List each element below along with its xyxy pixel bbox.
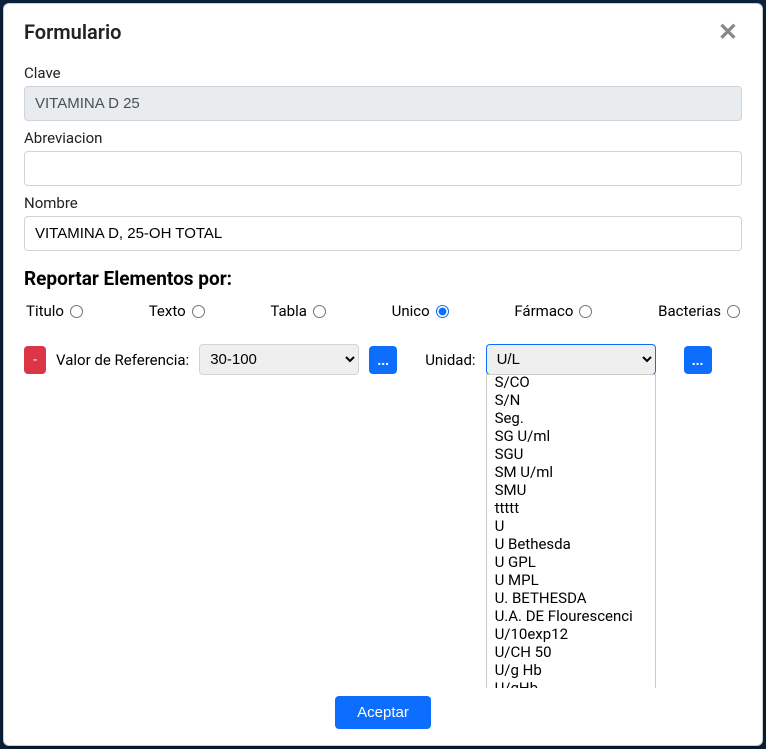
ref-ellipsis-button[interactable]: ... <box>369 346 397 374</box>
modal-dialog: Formulario ✕ Clave Abreviacion Nombre Re… <box>3 3 763 746</box>
radio-titulo-input[interactable] <box>70 305 83 318</box>
nombre-label: Nombre <box>24 194 742 212</box>
abreviacion-input[interactable] <box>24 151 742 186</box>
field-nombre: Nombre <box>24 194 742 251</box>
radio-bacterias-input[interactable] <box>727 305 740 318</box>
clave-input <box>24 86 742 121</box>
radio-titulo[interactable]: Titulo <box>26 302 83 320</box>
radio-tabla[interactable]: Tabla <box>270 302 326 320</box>
modal-footer: Aceptar <box>4 688 762 745</box>
remove-ref-button[interactable]: - <box>24 346 46 374</box>
unidad-option[interactable]: U/10exp12 <box>487 625 655 643</box>
field-clave: Clave <box>24 64 742 121</box>
modal-body: Clave Abreviacion Nombre Reportar Elemen… <box>4 56 762 688</box>
clave-label: Clave <box>24 64 742 82</box>
unidad-option[interactable]: SGU <box>487 445 655 463</box>
unidad-ellipsis-button[interactable]: ... <box>684 346 712 374</box>
nombre-input[interactable] <box>24 216 742 251</box>
field-abreviacion: Abreviacion <box>24 129 742 186</box>
unidad-option[interactable]: SG U/ml <box>487 427 655 445</box>
radio-texto-input[interactable] <box>192 305 205 318</box>
close-icon[interactable]: ✕ <box>714 20 742 44</box>
unidad-option[interactable]: SMU <box>487 481 655 499</box>
radio-bacterias[interactable]: Bacterias <box>658 302 740 320</box>
radio-row: Titulo Texto Tabla Unico Fármaco Bacteri… <box>24 302 742 320</box>
radio-tabla-label: Tabla <box>270 302 307 320</box>
abreviacion-label: Abreviacion <box>24 129 742 147</box>
radio-texto-label: Texto <box>149 302 186 320</box>
unidad-option[interactable]: U MPL <box>487 571 655 589</box>
unidad-option[interactable]: U.A. DE Flourescenci <box>487 607 655 625</box>
unidad-option[interactable]: Seg. <box>487 409 655 427</box>
section-heading: Reportar Elementos por: <box>24 267 742 290</box>
unidad-option[interactable]: U <box>487 517 655 535</box>
radio-texto[interactable]: Texto <box>149 302 205 320</box>
unidad-option[interactable]: U. BETHESDA <box>487 589 655 607</box>
ref-select[interactable]: 30-100 <box>199 344 359 375</box>
radio-titulo-label: Titulo <box>26 302 64 320</box>
unidad-option[interactable]: SM U/ml <box>487 463 655 481</box>
radio-unico[interactable]: Unico <box>392 302 449 320</box>
radio-farmaco-input[interactable] <box>579 305 592 318</box>
unidad-option[interactable]: ttttt <box>487 499 655 517</box>
unidad-option[interactable]: S/N <box>487 391 655 409</box>
unidad-option[interactable]: U/g Hb <box>487 661 655 679</box>
unidad-option[interactable]: U/CH 50 <box>487 643 655 661</box>
unidad-select[interactable]: U/L <box>486 344 656 375</box>
accept-button[interactable]: Aceptar <box>335 696 431 729</box>
modal-title: Formulario <box>24 20 122 44</box>
radio-tabla-input[interactable] <box>313 305 326 318</box>
unidad-dropdown[interactable]: S/COS/NSeg.SG U/mlSGUSM U/mlSMUtttttUU B… <box>486 374 656 688</box>
radio-bacterias-label: Bacterias <box>658 302 721 320</box>
unidad-wrapper: U/L S/COS/NSeg.SG U/mlSGUSM U/mlSMUttttt… <box>486 344 656 375</box>
ref-label: Valor de Referencia: <box>56 351 189 369</box>
unidad-option[interactable]: U GPL <box>487 553 655 571</box>
radio-farmaco-label: Fármaco <box>514 302 573 320</box>
unidad-option[interactable]: S/CO <box>487 374 655 391</box>
unidad-label: Unidad: <box>425 351 475 369</box>
modal-header: Formulario ✕ <box>4 4 762 56</box>
radio-unico-label: Unico <box>392 302 430 320</box>
unidad-option[interactable]: U/gHb <box>487 679 655 688</box>
radio-unico-input[interactable] <box>436 305 449 318</box>
radio-farmaco[interactable]: Fármaco <box>514 302 592 320</box>
reference-row: - Valor de Referencia: 30-100 ... Unidad… <box>24 344 742 375</box>
unidad-option[interactable]: U Bethesda <box>487 535 655 553</box>
